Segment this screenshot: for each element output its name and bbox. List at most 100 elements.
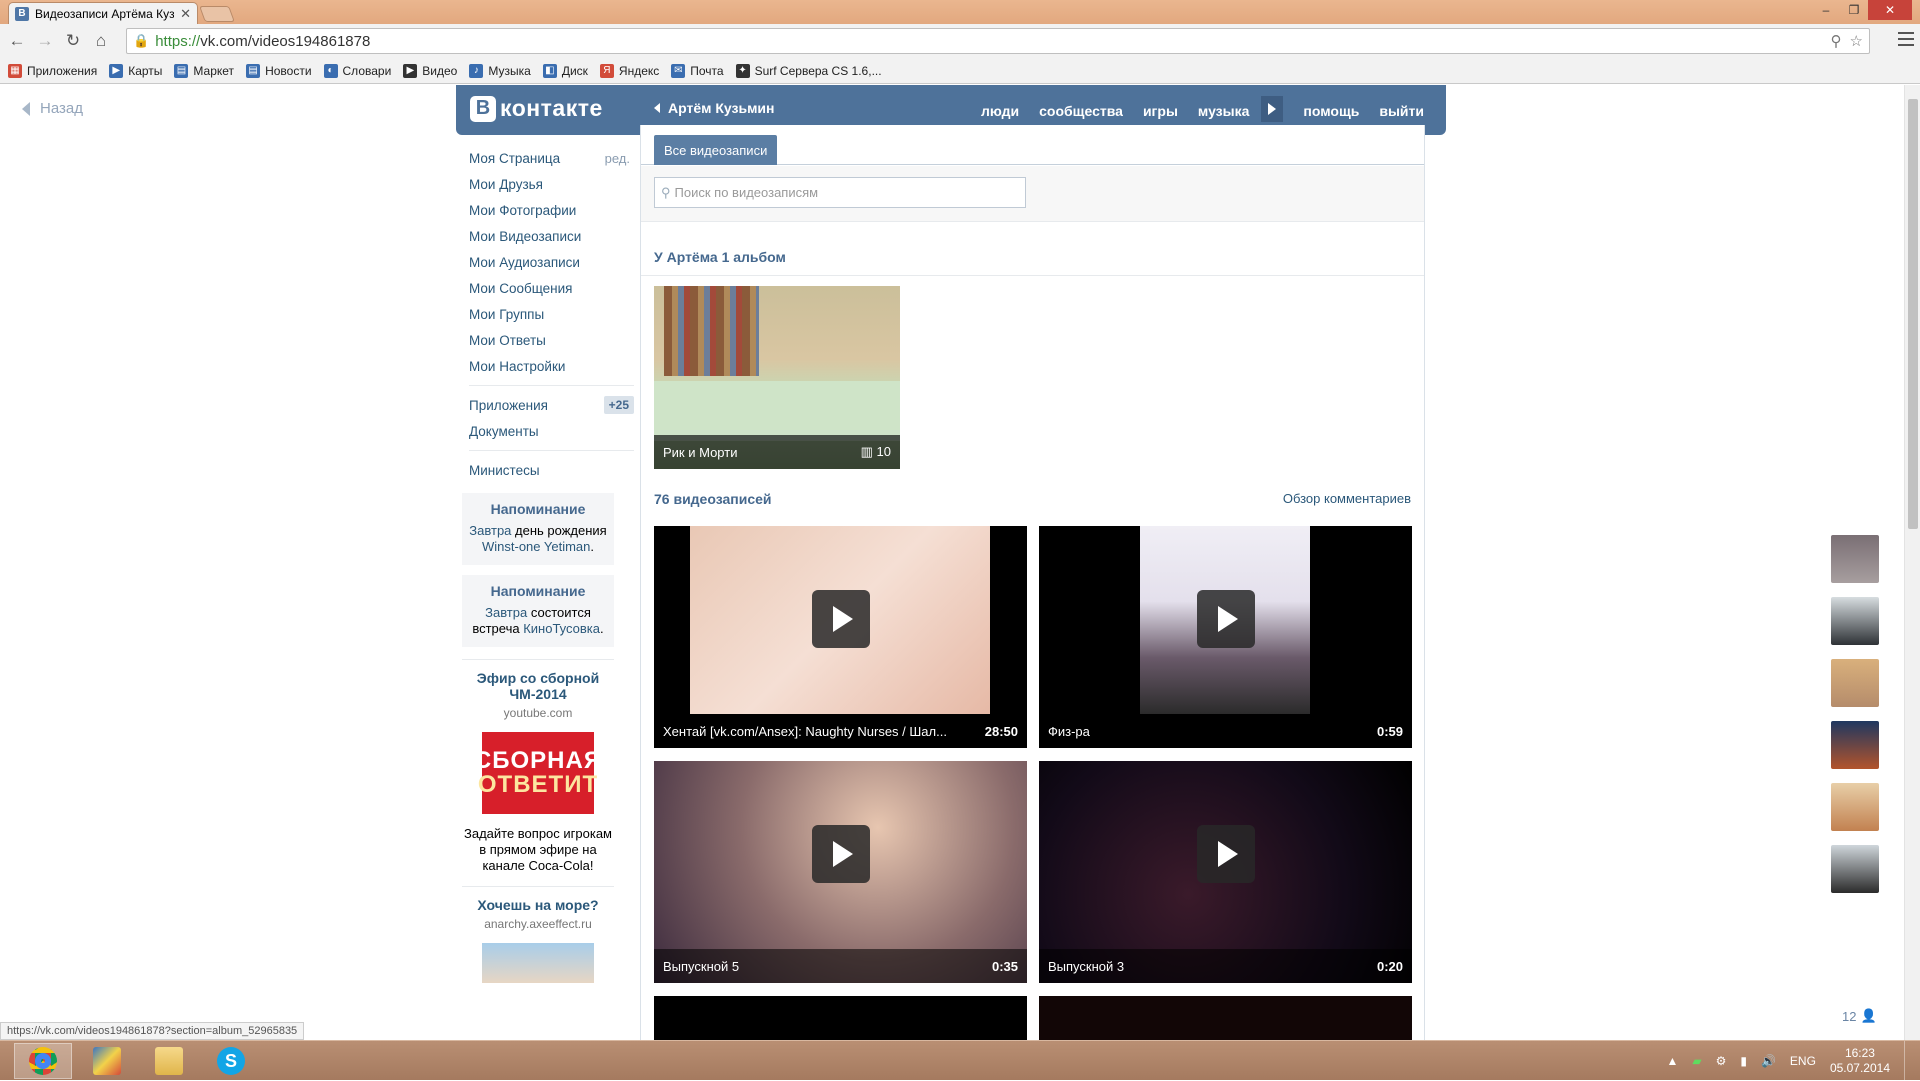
bookmark-item[interactable]: ✦ Surf Сервера CS 1.6,... xyxy=(735,63,882,78)
comments-overview-link[interactable]: Обзор комментариев xyxy=(1283,491,1411,506)
menu-item-my-page[interactable]: Моя Страница ред. xyxy=(469,145,634,171)
friend-avatar[interactable] xyxy=(1831,659,1879,707)
menu-item-audio[interactable]: Мои Аудиозаписи xyxy=(469,249,634,275)
menu-item-settings[interactable]: Мои Настройки xyxy=(469,353,634,379)
zoom-icon[interactable]: ⚲ xyxy=(1831,32,1842,50)
forward-arrow-icon[interactable]: → xyxy=(34,30,56,52)
bookmark-item[interactable]: ▤ Маркет xyxy=(174,63,234,78)
address-bar[interactable]: 🔒 https:// vk.com/videos194861878 ⚲ ☆ xyxy=(126,28,1870,54)
tab-all-videos[interactable]: Все видеозаписи xyxy=(654,135,778,165)
nav-communities[interactable]: сообщества xyxy=(1039,103,1123,119)
chrome-taskbar-button[interactable] xyxy=(14,1043,72,1079)
bookmark-item[interactable]: Я Яндекс xyxy=(599,63,659,78)
play-button[interactable] xyxy=(1196,590,1255,649)
menu-item-groups[interactable]: Мои Группы xyxy=(469,301,634,327)
video-card[interactable]: Физ-ра 0:59 xyxy=(1039,526,1412,748)
minimize-button[interactable]: – xyxy=(1812,0,1840,20)
bookmark-label: Surf Сервера CS 1.6,... xyxy=(754,63,882,78)
ad-block[interactable]: Хочешь на море? anarchy.axeeffect.ru xyxy=(462,886,614,983)
vk-logo[interactable]: В контакте xyxy=(470,95,603,122)
bookmark-item[interactable]: ♪ Музыка xyxy=(469,63,531,78)
bookmark-label: Музыка xyxy=(488,63,531,78)
menu-item-documents[interactable]: Документы xyxy=(469,418,634,444)
bookmark-star-icon[interactable]: ☆ xyxy=(1850,32,1863,50)
scrollbar-thumb[interactable] xyxy=(1908,99,1918,529)
play-button[interactable] xyxy=(811,590,870,649)
bookmark-item[interactable]: ▶ Карты xyxy=(109,63,162,78)
nav-people[interactable]: люди xyxy=(981,103,1019,119)
edit-link[interactable]: ред. xyxy=(605,151,634,166)
ad-block[interactable]: Эфир со сборной ЧМ-2014 youtube.com СБОР… xyxy=(462,659,614,874)
video-card[interactable]: Выпускной 3 0:20 xyxy=(1039,761,1412,983)
music-play-button[interactable] xyxy=(1261,96,1284,122)
bookmark-item[interactable]: ✉ Почта xyxy=(671,63,724,78)
friends-online-count[interactable]: 12 👤 xyxy=(1842,1008,1877,1024)
ad-image[interactable] xyxy=(482,943,594,983)
reminder-date-link[interactable]: Завтра xyxy=(469,523,511,538)
volume-icon[interactable]: 🔊 xyxy=(1761,1054,1776,1068)
video-card[interactable]: Выпускной 5 0:35 xyxy=(654,761,1027,983)
language-indicator[interactable]: ENG xyxy=(1790,1054,1816,1068)
steam-icon[interactable]: ⚙ xyxy=(1716,1054,1727,1068)
menu-item-ministry[interactable]: Министесы xyxy=(469,457,634,483)
friend-avatar[interactable] xyxy=(1831,845,1879,893)
friend-avatar[interactable] xyxy=(1831,535,1879,583)
bookmark-item[interactable]: ▦ Приложения xyxy=(8,63,97,78)
reminder-date-link[interactable]: Завтра xyxy=(485,605,527,620)
close-tab-icon[interactable]: ✕ xyxy=(180,6,191,22)
friend-avatar[interactable] xyxy=(1831,721,1879,769)
header-user-name: Артём Кузьмин xyxy=(668,100,775,116)
video-card[interactable] xyxy=(654,996,1027,1040)
clock[interactable]: 16:23 05.07.2014 xyxy=(1830,1046,1890,1076)
skype-taskbar-button[interactable]: S xyxy=(202,1043,260,1079)
menu-item-messages[interactable]: Мои Сообщения xyxy=(469,275,634,301)
page-scrollbar[interactable] xyxy=(1904,85,1920,1040)
ad-image[interactable]: СБОРНАЯ ОТВЕТИТ xyxy=(474,732,601,814)
album-card[interactable]: Рик и Морти ▥ 10 xyxy=(654,286,900,469)
back-arrow-icon[interactable]: ← xyxy=(6,30,28,52)
nav-help[interactable]: помощь xyxy=(1303,103,1359,119)
menu-item-apps[interactable]: Приложения +25 xyxy=(469,392,634,418)
menu-item-photos[interactable]: Мои Фотографии xyxy=(469,197,634,223)
explorer-taskbar-button[interactable] xyxy=(140,1043,198,1079)
back-link[interactable]: Назад xyxy=(22,100,83,117)
bookmark-item[interactable]: ▤ Новости xyxy=(246,63,312,78)
video-card[interactable] xyxy=(1039,996,1412,1040)
new-tab-button[interactable] xyxy=(199,6,235,22)
header-user-link[interactable]: Артём Кузьмин xyxy=(654,100,775,116)
show-desktop-button[interactable] xyxy=(1904,1041,1910,1081)
reminder-person-link[interactable]: Winst-one Yetiman xyxy=(482,539,590,554)
videos-heading: 76 видеозаписей xyxy=(654,491,772,507)
system-tray: ▲ ▰ ⚙ ▮ 🔊 ENG 16:23 05.07.2014 xyxy=(1666,1041,1910,1081)
market-icon: ▤ xyxy=(174,63,189,78)
play-button[interactable] xyxy=(811,825,870,884)
media-taskbar-button[interactable] xyxy=(78,1043,136,1079)
browser-tab[interactable]: В Видеозаписи Артёма Кузь ✕ xyxy=(8,2,198,24)
friend-avatar[interactable] xyxy=(1831,597,1879,645)
bookmark-item[interactable]: ◧ Диск xyxy=(542,63,588,78)
menu-item-videos[interactable]: Мои Видеозаписи xyxy=(469,223,634,249)
reminder-event-link[interactable]: КиноТусовка xyxy=(523,621,600,636)
bookmark-item[interactable]: ▶ Видео xyxy=(403,63,457,78)
reload-icon[interactable]: ↻ xyxy=(62,30,84,52)
home-icon[interactable]: ⌂ xyxy=(90,30,112,52)
close-window-button[interactable]: ✕ xyxy=(1868,0,1912,20)
bookmark-item[interactable]: ◐ Словари xyxy=(323,63,391,78)
tray-expand-icon[interactable]: ▲ xyxy=(1666,1054,1678,1068)
menu-item-answers[interactable]: Мои Ответы xyxy=(469,327,634,353)
play-button[interactable] xyxy=(1196,825,1255,884)
video-card[interactable]: Хентай [vk.com/Ansex]: Naughty Nurses / … xyxy=(654,526,1027,748)
browser-menu-icon[interactable] xyxy=(1898,32,1914,46)
maximize-button[interactable]: ❐ xyxy=(1840,0,1868,20)
nav-games[interactable]: игры xyxy=(1143,103,1178,119)
video-search-input[interactable] xyxy=(674,185,1005,200)
video-search-box[interactable]: ⚲ xyxy=(654,177,1026,208)
nav-logout[interactable]: выйти xyxy=(1379,103,1424,119)
ad-title[interactable]: Хочешь на море? xyxy=(462,897,614,913)
nav-music[interactable]: музыка xyxy=(1198,103,1249,119)
signal-icon[interactable]: ▮ xyxy=(1740,1054,1747,1068)
menu-item-friends[interactable]: Мои Друзья xyxy=(469,171,634,197)
ad-title[interactable]: Эфир со сборной ЧМ-2014 xyxy=(462,670,614,702)
friend-avatar[interactable] xyxy=(1831,783,1879,831)
network-icon[interactable]: ▰ xyxy=(1692,1054,1701,1068)
